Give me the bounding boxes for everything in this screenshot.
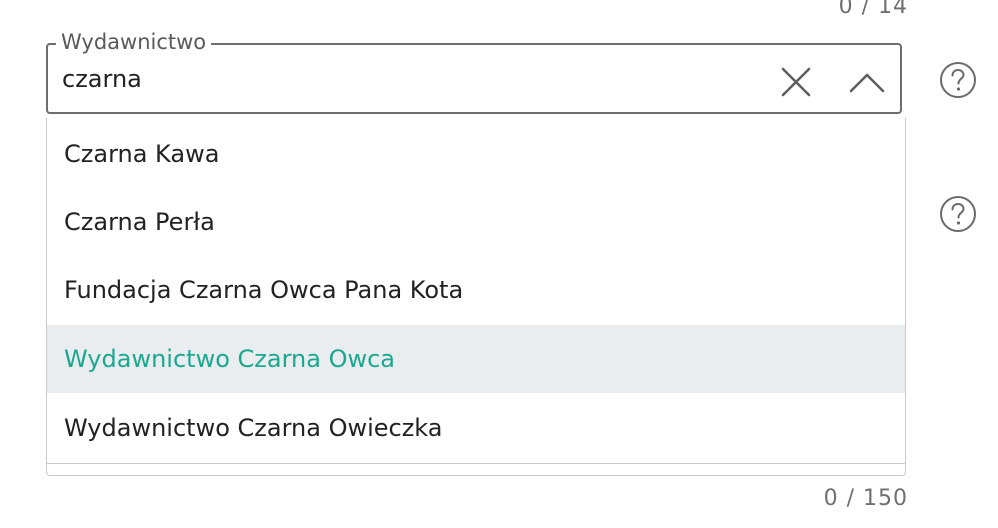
char-counter-bottom: 0 / 150 — [823, 486, 908, 511]
dropdown-toggle-button[interactable] — [844, 64, 890, 100]
help-circle-icon[interactable] — [938, 60, 978, 100]
help-circle-icon[interactable] — [938, 194, 978, 234]
dropdown-option[interactable]: Czarna Perła — [47, 188, 905, 256]
underlying-textarea-border — [46, 463, 906, 476]
dropdown-option[interactable]: Czarna Kawa — [47, 120, 905, 188]
dropdown-option[interactable]: Wydawnictwo Czarna Owieczka — [47, 394, 905, 462]
publisher-form: 0 / 14 Wydawnictwo czarna Czarna Kawa Cz… — [0, 0, 998, 528]
dropdown-option-highlighted[interactable]: Wydawnictwo Czarna Owca — [47, 325, 905, 393]
publisher-search-input[interactable] — [62, 61, 712, 97]
dropdown-option[interactable]: Fundacja Czarna Owca Pana Kota — [47, 256, 905, 324]
close-icon — [781, 67, 811, 97]
publisher-field-label: Wydawnictwo — [56, 29, 212, 55]
char-counter-top: 0 / 14 — [838, 0, 908, 19]
publisher-dropdown-list: Czarna Kawa Czarna Perła Fundacja Czarna… — [46, 118, 906, 464]
clear-button[interactable] — [776, 64, 816, 100]
chevron-up-icon — [849, 73, 885, 93]
publisher-combobox[interactable]: Wydawnictwo — [46, 29, 902, 114]
